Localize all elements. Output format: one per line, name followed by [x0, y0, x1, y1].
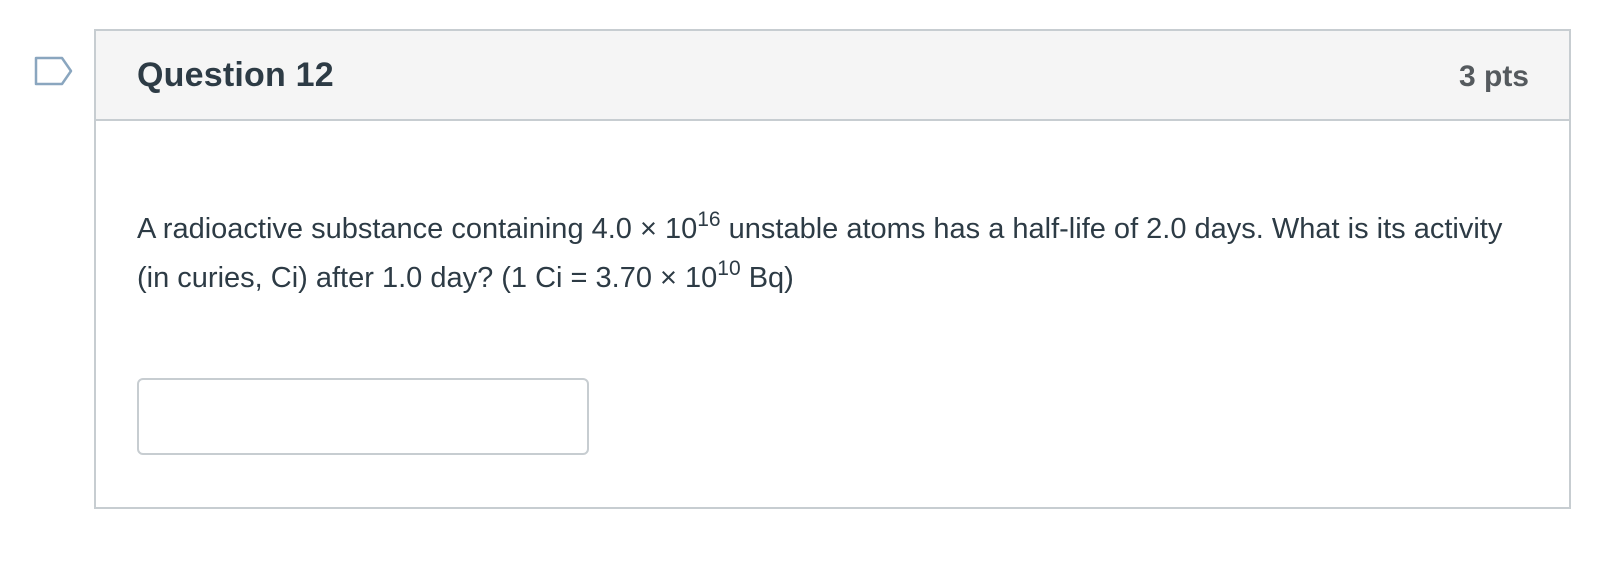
answer-input[interactable]	[137, 378, 589, 455]
question-title: Question 12	[137, 55, 334, 94]
question-body: A radioactive substance containing 4.0 ×…	[96, 121, 1569, 455]
question-text-exponent-1: 16	[697, 208, 721, 231]
question-card: Question 12 3 pts A radioactive substanc…	[94, 29, 1571, 509]
question-text-part3: Bq)	[740, 262, 794, 294]
question-text: A radioactive substance containing 4.0 ×…	[137, 205, 1528, 303]
question-header: Question 12 3 pts	[96, 31, 1569, 121]
question-points: 3 pts	[1458, 60, 1529, 93]
question-text-exponent-2: 10	[717, 257, 741, 280]
question-text-part1: A radioactive substance containing 4.0 ×…	[137, 213, 698, 245]
flag-question-icon[interactable]	[34, 56, 74, 88]
